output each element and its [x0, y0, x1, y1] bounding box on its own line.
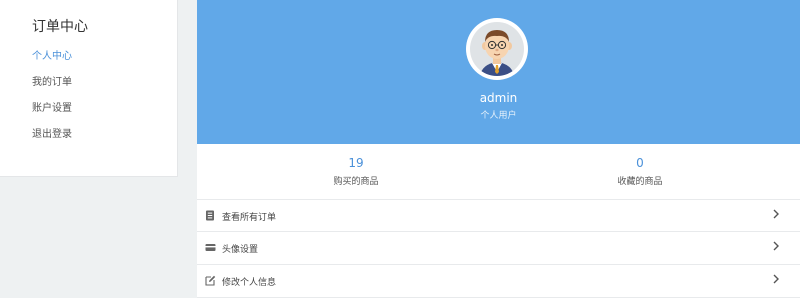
chevron-right-icon: [773, 241, 779, 251]
menu-label-avatar-settings: 头像设置: [222, 245, 259, 255]
menu-row-edit-profile[interactable]: 修改个人信息: [197, 264, 800, 298]
edit-icon: [205, 275, 216, 286]
main-panel: admin 个人用户 19 购买的商品 0 收藏的商品 查看所有订单 头像设置: [197, 0, 800, 298]
menu-label-all-orders: 查看所有订单: [222, 213, 277, 223]
sidebar-item-personal-center[interactable]: 个人中心: [32, 47, 72, 62]
stat-purchased[interactable]: 19 购买的商品: [256, 156, 456, 187]
stat-favorites-value: 0: [636, 156, 644, 170]
profile-username: admin: [479, 91, 518, 105]
profile-role: 个人用户: [480, 111, 517, 121]
card-icon: [205, 244, 216, 251]
order-list-icon: [206, 210, 214, 221]
sidebar-item-my-orders[interactable]: 我的订单: [32, 73, 72, 88]
sidebar: 订单中心 个人中心 我的订单 账户设置 退出登录: [0, 0, 178, 177]
sidebar-item-logout[interactable]: 退出登录: [32, 125, 72, 140]
profile-banner: admin 个人用户: [197, 0, 800, 144]
stat-favorites-label: 收藏的商品: [617, 177, 663, 187]
stat-purchased-label: 购买的商品: [333, 177, 379, 187]
sidebar-item-account-settings[interactable]: 账户设置: [32, 99, 72, 114]
chevron-right-icon: [773, 209, 779, 219]
menu-row-avatar-settings[interactable]: 头像设置: [197, 231, 800, 264]
avatar-image: [470, 22, 524, 76]
stat-purchased-value: 19: [348, 156, 364, 170]
avatar-cartoon-man-icon: [480, 30, 514, 76]
menu-row-all-orders[interactable]: 查看所有订单: [197, 199, 800, 232]
menu-label-edit-profile: 修改个人信息: [222, 278, 277, 288]
sidebar-title: 订单中心: [32, 19, 88, 35]
chevron-right-icon: [773, 274, 779, 284]
avatar[interactable]: [466, 18, 528, 80]
stat-favorites[interactable]: 0 收藏的商品: [540, 156, 740, 187]
